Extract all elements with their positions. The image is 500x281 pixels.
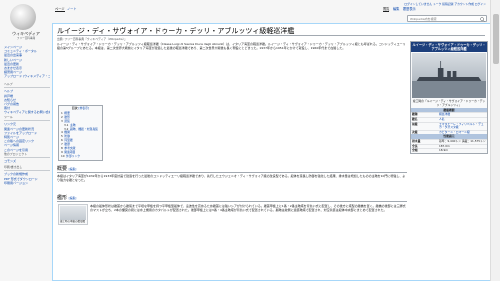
search-box[interactable]: [407, 15, 487, 22]
infobox-key: 排水量: [412, 138, 421, 143]
infobox-row: 艦種 軽巡洋艦: [411, 112, 487, 117]
search-input[interactable]: [408, 16, 478, 22]
nav-main: メインページ コミュニティ・ポータル 最近の出来事 新しいページ 最近の更新 お…: [4, 45, 50, 79]
tab-history[interactable]: 履歴表示: [403, 6, 416, 11]
design-paragraph: 本級の船体形状は艦首から艦尾まで平坦な甲板を持つ平甲板型船体で、凌波性を高めるた…: [90, 204, 406, 213]
edit-section-link[interactable]: [編集]: [69, 167, 77, 171]
toc-entry-number: 3.1: [64, 122, 69, 127]
table-of-contents: 目次 [非表示] 1 概要 2 艦形 3 武装 3.1 主砲 3.2 副砲、機銃・対潜兵装…: [58, 105, 103, 161]
sidebar-item[interactable]: アップロード (ウィキメディア・コモンズ): [4, 74, 50, 78]
sidebar: ウィキペディア フリー百科事典 メインページ コミュニティ・ポータル 最近の出来…: [0, 0, 52, 281]
scrollbar-thumb[interactable]: [493, 14, 499, 64]
infobox-row: 全幅 18.9m: [411, 148, 487, 153]
thumbnail-caption: 竣工時の本級の艦形図: [60, 220, 86, 223]
site-tagline: フリー百科事典: [16, 37, 36, 40]
infobox-row: 全長 187.0m: [411, 143, 487, 149]
page-scrollbar[interactable]: [490, 0, 500, 281]
tab-edit[interactable]: 編集: [393, 6, 399, 11]
infobox-value: 基準：9,440トン 満載：11,575トン: [439, 138, 486, 143]
nav-heading[interactable]: 他のプロジェクト: [4, 152, 50, 158]
sidebar-item[interactable]: 印刷用バージョン: [4, 181, 50, 185]
toc-entry-number: 3: [61, 118, 63, 123]
nav-print: 印刷/書き出し ブックの新規作成 PDF 形式でダウンロード 印刷用バージョン: [4, 165, 50, 185]
nav-heading[interactable]: ツール: [4, 115, 50, 121]
nav-tools: ツール リンク元 関連ページの更新状況 ファイルをアップロード 特別ページ この…: [4, 115, 50, 152]
edit-section-link[interactable]: [編集]: [69, 196, 77, 200]
nav-help: ヘルプ ヘルプ 井戸端 お知らせ バグの報告 寄付 ウィキペディアに関するお問い…: [4, 82, 50, 115]
title-divider: [57, 35, 485, 36]
infobox-key: 前級: [412, 121, 418, 126]
lead-paragraph: ルイージ・ディ・サヴォイア・ドゥーカ・デッリ・アブルッツィ級軽巡洋艦（Class…: [57, 42, 406, 51]
toc-entry-label[interactable]: 副砲、機銃・対潜兵装: [70, 127, 98, 131]
infobox-value: 18.9m: [439, 148, 448, 153]
toc-entry-label[interactable]: 外部リンク: [66, 154, 80, 158]
infobox-row: 排水量 基準：9,440トン 満載：11,575トン: [411, 138, 487, 144]
infobox-value[interactable]: エマヌエーレ・フィリベルト・デュカ・ダオスタ級: [439, 122, 487, 130]
infobox-row: 艦名 人名: [411, 117, 487, 122]
infobox-key: 次級: [412, 129, 418, 134]
sidebar-item[interactable]: コモンズ: [4, 159, 50, 163]
ship-silhouette-icon: [412, 61, 486, 98]
nav-heading[interactable]: 印刷/書き出し: [4, 165, 50, 171]
section-heading-overview: 概要 [編集]: [57, 165, 76, 172]
personal-tools[interactable]: ログインしていません トーク 投稿記録 アカウント作成 ログイン: [404, 2, 486, 6]
toc-entry-number: 10: [61, 153, 65, 158]
section-divider: [57, 201, 407, 202]
wikipedia-globe-logo[interactable]: [10, 4, 36, 30]
infobox-title: ルイージ・ディ・サヴォイア・ドゥーカ・デッリ・アブルッツィ級軽巡洋艦: [411, 42, 487, 52]
tab-talk[interactable]: ノート: [67, 6, 77, 11]
section-heading-design: 艦形 [編集]: [57, 194, 76, 201]
infobox-caption: 竣工時の「ルイージ・ディ・サヴォイア・ドゥーカ・デッリ・アブルッツィ」: [412, 99, 486, 107]
infobox-ship-photo[interactable]: [412, 53, 486, 98]
infobox-key: 全幅: [412, 148, 418, 153]
search-icon[interactable]: [480, 17, 485, 22]
nav-other-projects: 他のプロジェクト コモンズ: [4, 152, 50, 164]
overview-paragraph: 本級はイタリア海軍が1932年から1933年度計画で建造を行った最後のコンドッテ…: [57, 174, 406, 183]
sidebar-item[interactable]: ウィキペディアに関するお問い合わせ: [4, 110, 50, 114]
tab-read[interactable]: 閲覧: [383, 6, 390, 12]
article-content: ルイージ・ディ・サヴォイア・ドゥーカ・デッリ・アブルッツィ級軽巡洋艦 出典: フ…: [52, 23, 490, 281]
toc-entry[interactable]: 10 外部リンク: [61, 153, 100, 159]
infobox-row: 前級 エマヌエーレ・フィリベルト・デュカ・ダオスタ級: [411, 121, 487, 130]
section-divider: [57, 172, 407, 173]
article-source: 出典: フリー百科事典『ウィキペディア（Wikipedia）』: [57, 37, 127, 41]
toc-hide-toggle[interactable]: [非表示]: [79, 106, 90, 110]
nav-heading[interactable]: ヘルプ: [4, 82, 50, 88]
ship-profile-thumbnail[interactable]: 竣工時の本級の艦形図: [58, 204, 88, 225]
infobox: ルイージ・ディ・サヴォイア・ドゥーカ・デッリ・アブルッツィ級軽巡洋艦 竣工時の「…: [410, 41, 488, 154]
tab-article[interactable]: ページ: [55, 6, 65, 12]
ship-profile-image[interactable]: [60, 206, 86, 220]
toc-title: 目次: [71, 106, 78, 111]
infobox-value[interactable]: 軽巡洋艦: [439, 113, 487, 117]
